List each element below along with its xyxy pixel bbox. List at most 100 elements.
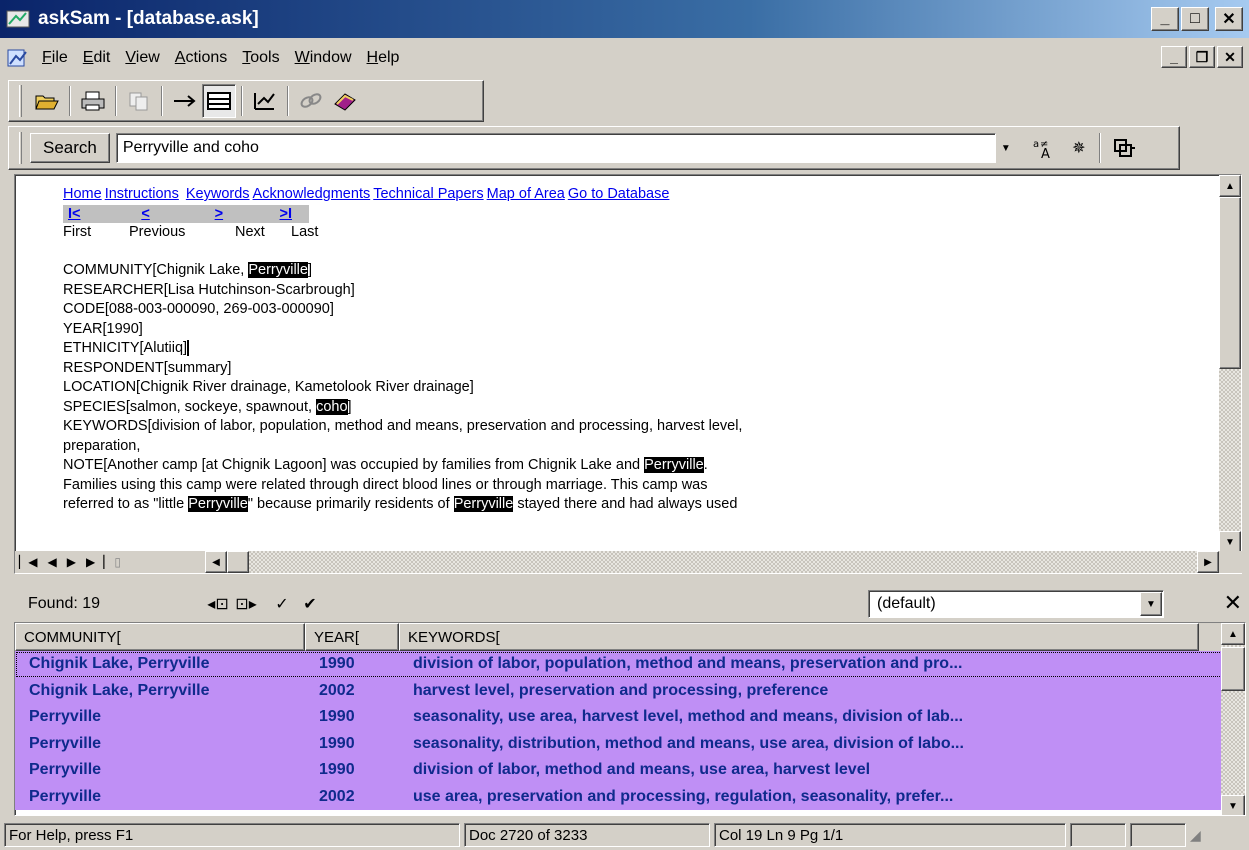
close-button[interactable]: ✕ (1215, 7, 1243, 31)
main-toolbar (8, 80, 484, 122)
scroll-up-button[interactable]: ▲ (1221, 623, 1245, 645)
bookmark-icon[interactable]: ▯ (114, 555, 121, 569)
scroll-right-button[interactable]: ▶ (1197, 551, 1219, 573)
view-selector-dropdown[interactable]: ▼ (1140, 592, 1162, 616)
link-home[interactable]: Home (63, 186, 102, 202)
grid-vertical-scrollbar[interactable]: ▲ ▼ (1221, 623, 1245, 815)
svg-text:a: a (1033, 139, 1039, 150)
select-all-hits-button[interactable]: ✔ (296, 594, 324, 614)
table-row[interactable]: Perryville 1990 seasonality, use area, h… (15, 704, 1245, 731)
maximize-icon: □ (1190, 10, 1200, 27)
toolbar-grip[interactable] (19, 85, 22, 117)
next-hit-button[interactable]: ⊡▸ (232, 594, 260, 614)
column-header-year[interactable]: YEAR[ (305, 623, 399, 651)
search-history-dropdown[interactable]: ▼ (996, 134, 1016, 162)
menu-view[interactable]: View (121, 49, 170, 67)
wildcard-button[interactable]: ✵ (1064, 133, 1094, 163)
table-row[interactable]: Perryville 1990 division of labor, metho… (15, 757, 1245, 784)
view-selector[interactable]: (default) ▼ (868, 590, 1164, 618)
print-button[interactable] (76, 84, 110, 118)
menu-tools[interactable]: Tools (238, 49, 290, 67)
scroll-down-button[interactable]: ▼ (1221, 795, 1245, 815)
nav-label-next: Next (235, 223, 265, 240)
link-keywords[interactable]: Keywords (186, 186, 250, 202)
child-restore-button[interactable]: ❐ (1189, 46, 1215, 68)
child-close-button[interactable]: ✕ (1217, 46, 1243, 68)
search-options-button[interactable] (1110, 133, 1140, 163)
document-icon[interactable] (4, 46, 32, 70)
cell-keywords: division of labor, population, method an… (413, 655, 963, 673)
scroll-up-button[interactable]: ▲ (1219, 175, 1241, 197)
previous-record-link[interactable]: < (136, 205, 209, 223)
cell-keywords: seasonality, distribution, method and me… (413, 734, 964, 752)
horizontal-scroll-thumb[interactable] (227, 551, 249, 573)
first-record-icon[interactable]: ▏◀ (19, 555, 37, 569)
document-pane[interactable]: Home Instructions Keywords Acknowledgments… (14, 174, 1243, 574)
cell-community: Chignik Lake, Perryville (29, 681, 210, 699)
link-instructions[interactable]: Instructions (105, 186, 179, 202)
column-header-community[interactable]: COMMUNITY[ (15, 623, 305, 651)
last-record-link[interactable]: >I (275, 205, 310, 223)
cell-community: Perryville (29, 708, 102, 726)
scroll-left-button[interactable]: ◀ (205, 551, 227, 573)
scroll-thumb[interactable] (1221, 647, 1245, 691)
title-bar[interactable]: askSam - [database.ask] _ □ ✕ (0, 0, 1249, 38)
down-arrow-icon: ▼ (1225, 536, 1235, 548)
close-results-icon[interactable]: ✕ (1224, 590, 1242, 616)
copy-button[interactable] (122, 84, 156, 118)
field-researcher: RESEARCHER[Lisa Hutchinson-Scarbrough] (63, 281, 355, 298)
menu-edit[interactable]: Edit (79, 49, 122, 67)
results-grid[interactable]: COMMUNITY[ YEAR[ KEYWORDS[ Chignik Lake,… (14, 622, 1246, 816)
scroll-down-button[interactable]: ▼ (1219, 531, 1241, 553)
toolbar-grip[interactable] (19, 132, 22, 164)
menu-help[interactable]: Help (363, 49, 411, 67)
fuzzy-search-button[interactable]: a ≠ A (1030, 133, 1060, 163)
link-acknowledgments[interactable]: Acknowledgments (253, 186, 371, 202)
toolbar-separator (161, 86, 163, 116)
document-horizontal-scrollbar[interactable]: ◀ ▶ (205, 551, 1219, 573)
table-row[interactable]: Chignik Lake, Perryville 1990 division o… (15, 651, 1245, 678)
menu-file[interactable]: File (38, 49, 79, 67)
open-button[interactable] (30, 84, 64, 118)
text-cursor (187, 340, 190, 357)
form-view-button[interactable] (202, 84, 236, 118)
next-record-icon[interactable]: ▶ (67, 555, 76, 569)
field-ethnicity: ETHNICITY[Alutiiq] (63, 340, 190, 357)
previous-hit-button[interactable]: ◂⊡ (204, 594, 232, 614)
help-book-button[interactable] (328, 84, 362, 118)
scroll-thumb[interactable] (1219, 197, 1241, 369)
search-hit: coho (316, 398, 348, 415)
goto-button[interactable] (168, 84, 202, 118)
column-header-keywords[interactable]: KEYWORDS[ (399, 623, 1199, 651)
menu-window[interactable]: Window (291, 49, 363, 67)
document-vertical-scrollbar[interactable]: ▲ ▼ (1219, 175, 1241, 553)
next-record-link[interactable]: > (210, 205, 275, 223)
previous-hit-icon: ◂⊡ (207, 596, 229, 613)
previous-record-icon[interactable]: ◀ (47, 555, 56, 569)
status-position: Col 19 Ln 9 Pg 1/1 (714, 823, 1066, 847)
link-button[interactable] (294, 84, 328, 118)
table-row[interactable]: Chignik Lake, Perryville 2002 harvest le… (15, 677, 1245, 704)
search-button[interactable]: Search (30, 133, 110, 163)
field-note-line2: Families using this camp were related th… (63, 476, 708, 493)
resize-grip-icon[interactable]: ◢ (1190, 827, 1201, 844)
link-go-to-database[interactable]: Go to Database (568, 186, 670, 202)
maximize-button[interactable]: □ (1181, 7, 1209, 31)
child-minimize-button[interactable]: _ (1161, 46, 1187, 68)
field-community: COMMUNITY[Chignik Lake, Perryville] (63, 262, 312, 278)
minimize-button[interactable]: _ (1151, 7, 1179, 31)
document-content[interactable]: Home Instructions Keywords Acknowledgments… (63, 185, 1193, 515)
select-hit-button[interactable]: ✓ (268, 594, 296, 614)
first-record-link[interactable]: I< (63, 205, 136, 223)
status-panel-empty (1130, 823, 1186, 847)
link-map-of-area[interactable]: Map of Area (487, 186, 565, 202)
report-button[interactable] (248, 84, 282, 118)
table-row[interactable]: Perryville 2002 use area, preservation a… (15, 783, 1245, 810)
field-location: LOCATION[Chignik River drainage, Kametol… (63, 379, 474, 395)
table-row[interactable]: Perryville 1990 seasonality, distributio… (15, 730, 1245, 757)
last-record-icon[interactable]: ▶▕ (86, 555, 104, 569)
status-doc-count: Doc 2720 of 3233 (464, 823, 710, 847)
menu-actions[interactable]: Actions (171, 49, 238, 67)
link-technical-papers[interactable]: Technical Papers (373, 186, 483, 202)
search-input[interactable]: Perryville and coho (115, 133, 996, 163)
